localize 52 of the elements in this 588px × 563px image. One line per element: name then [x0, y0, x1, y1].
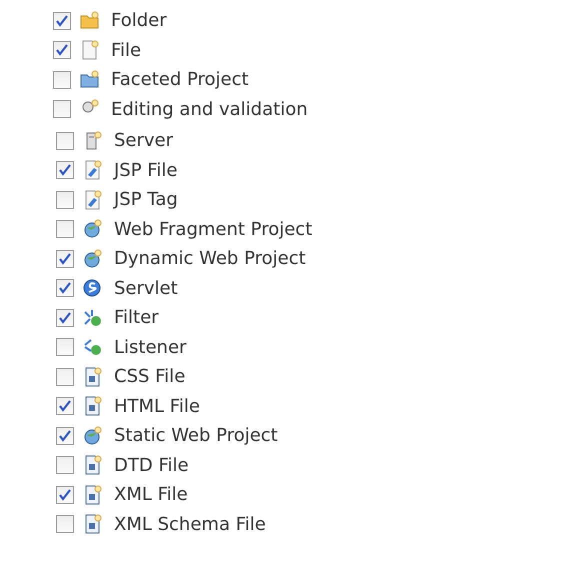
item-label: Server: [114, 130, 174, 152]
checkbox[interactable]: [56, 426, 74, 445]
item-label: XML Schema File: [114, 514, 266, 535]
item-label: Filter: [114, 307, 159, 328]
file-icon: [83, 190, 103, 210]
item-label: Folder: [111, 10, 167, 32]
arrows-icon: [83, 337, 103, 358]
file-icon: [83, 366, 103, 387]
item-label: JSP Tag: [114, 189, 178, 210]
folder-icon: [80, 10, 100, 31]
checkbox[interactable]: [53, 100, 71, 118]
checkbox[interactable]: [56, 279, 74, 298]
file-icon: [83, 514, 103, 534]
file-icon: [83, 160, 103, 180]
item-label: Editing and validation: [111, 98, 308, 120]
checkbox[interactable]: [53, 41, 71, 60]
checkbox[interactable]: [56, 250, 74, 268]
checkbox[interactable]: [56, 368, 74, 386]
circle-icon: [83, 278, 103, 298]
checkbox[interactable]: [53, 70, 71, 89]
item-label: Faceted Project: [111, 69, 249, 90]
item-label: Servlet: [114, 278, 178, 299]
checkbox[interactable]: [56, 486, 74, 504]
item-label: Listener: [114, 336, 186, 358]
globe-icon: [83, 219, 103, 240]
item-label: HTML File: [114, 396, 200, 417]
checkbox[interactable]: [56, 220, 74, 238]
item-label: CSS File: [114, 366, 186, 388]
item-label: XML File: [114, 484, 188, 506]
file-icon: [83, 484, 103, 505]
item-label: Dynamic Web Project: [114, 248, 306, 270]
file-icon: [83, 455, 103, 476]
checkbox[interactable]: [56, 456, 74, 474]
item-label: Static Web Project: [114, 425, 278, 446]
arrows-icon: [83, 308, 103, 328]
file-icon: [80, 40, 100, 60]
checkbox[interactable]: [56, 397, 74, 416]
folder-icon: [80, 70, 100, 90]
item-label: DTD File: [114, 454, 189, 476]
file-icon: [83, 396, 103, 416]
checkbox[interactable]: [56, 308, 74, 327]
checkbox[interactable]: [56, 338, 74, 356]
item-label: JSP File: [114, 160, 178, 181]
checkbox[interactable]: [56, 515, 74, 534]
checkbox[interactable]: [56, 161, 74, 180]
item-label: Web Fragment Project: [114, 218, 312, 240]
item-label: File: [111, 40, 142, 61]
globe-icon: [83, 248, 103, 269]
checkbox[interactable]: [56, 190, 74, 209]
checkbox[interactable]: [53, 12, 71, 30]
globe-icon: [83, 426, 103, 446]
checkbox[interactable]: [56, 132, 74, 150]
